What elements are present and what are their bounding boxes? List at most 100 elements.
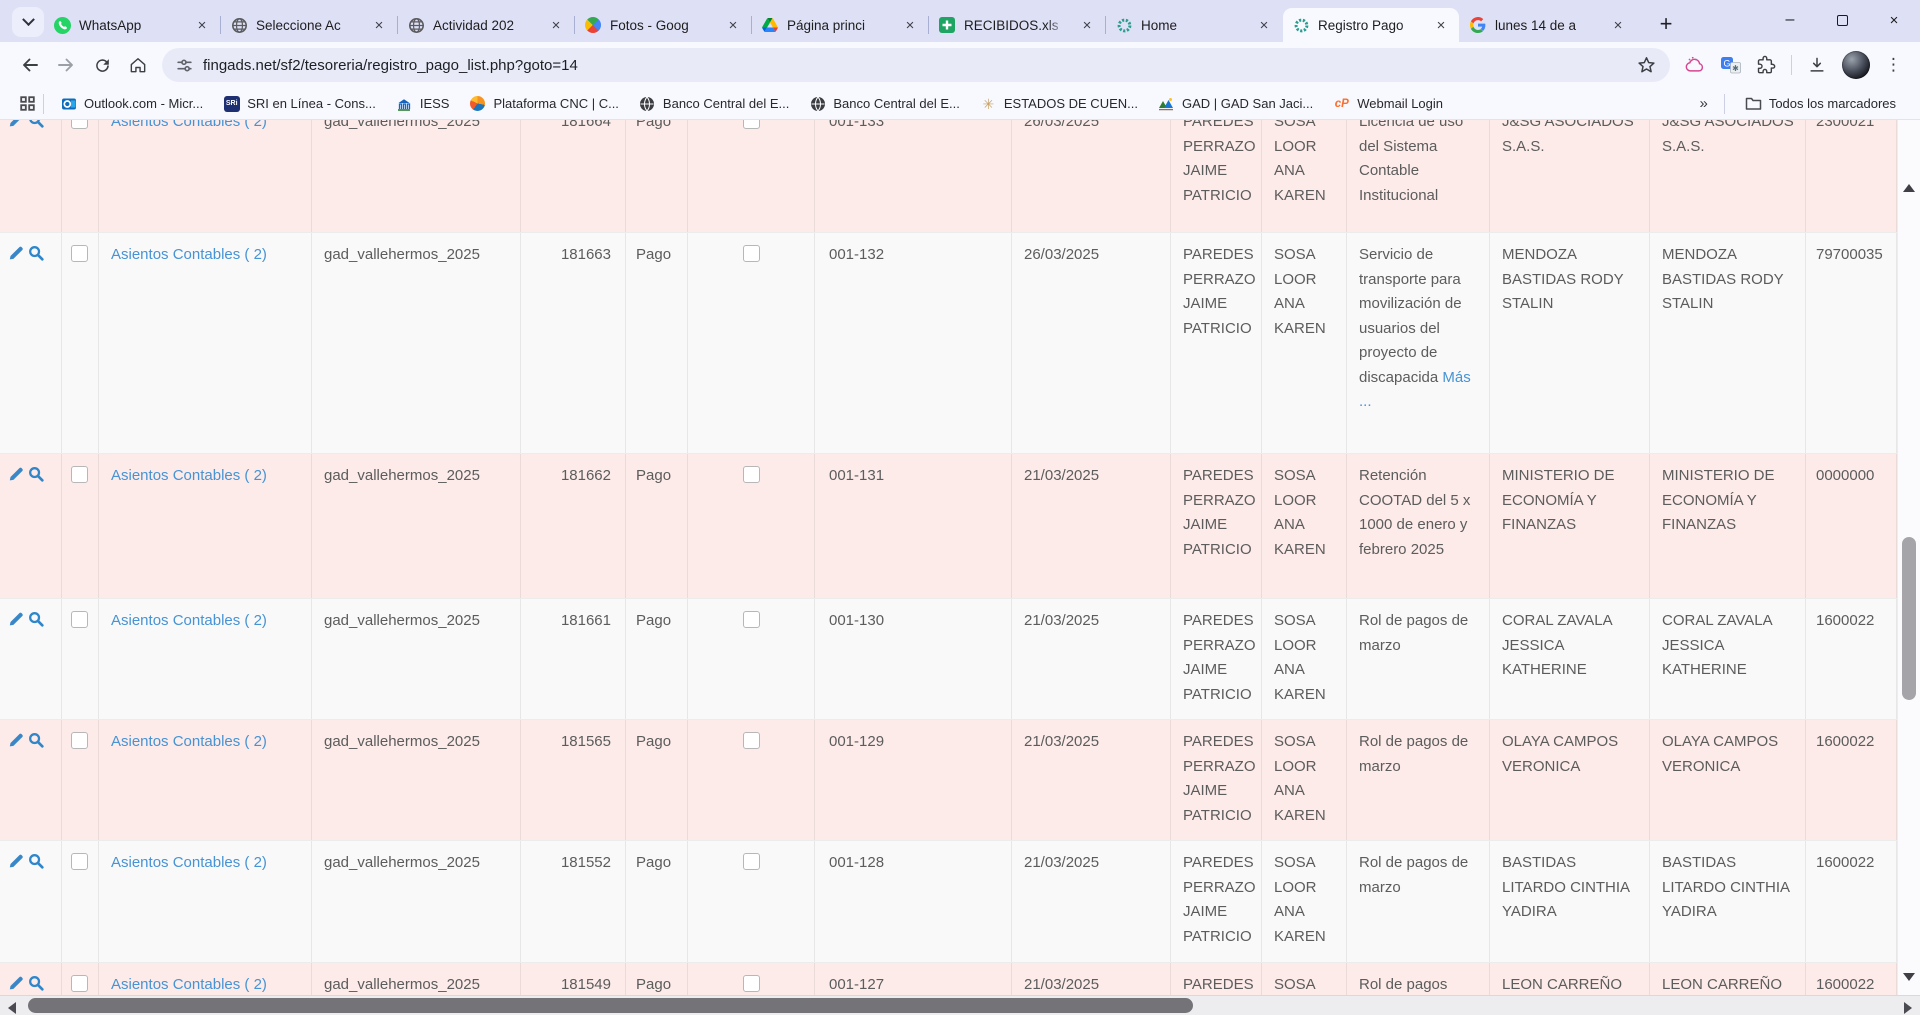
site-info-icon[interactable] — [176, 57, 193, 74]
tab-p-gina-princi[interactable]: Página princi× — [752, 8, 928, 42]
close-tab-icon[interactable]: × — [1255, 16, 1273, 34]
view-magnifier-icon[interactable] — [28, 120, 44, 232]
extensions-puzzle-icon[interactable] — [1756, 55, 1776, 75]
tab-registro-pago[interactable]: Registro Pago× — [1283, 8, 1459, 42]
forward-icon[interactable] — [48, 47, 84, 83]
bookmark-star-icon[interactable] — [1637, 56, 1656, 75]
tab-fotos-goog[interactable]: Fotos - Goog× — [575, 8, 751, 42]
vertical-scrollbar-thumb[interactable] — [1902, 537, 1916, 700]
browser-menu-icon[interactable]: ⋮ — [1885, 55, 1902, 75]
horizontal-scrollbar[interactable] — [0, 995, 1920, 1015]
scroll-left-icon[interactable] — [8, 1002, 16, 1014]
edit-pencil-icon[interactable] — [8, 853, 24, 962]
flag-checkbox[interactable] — [743, 732, 760, 749]
view-magnifier-icon[interactable] — [28, 611, 44, 719]
flag-checkbox[interactable] — [743, 245, 760, 262]
bookmarks-separator — [43, 94, 44, 114]
vertical-scrollbar[interactable] — [1897, 120, 1920, 995]
profile-avatar[interactable] — [1842, 51, 1870, 79]
edit-pencil-icon[interactable] — [8, 120, 24, 232]
minimize-icon[interactable]: – — [1764, 0, 1816, 40]
apps-grid-icon[interactable] — [14, 91, 41, 117]
url-text[interactable]: fingads.net/sf2/tesoreria/registro_pago_… — [203, 57, 1627, 74]
view-magnifier-icon[interactable] — [28, 732, 44, 840]
scroll-up-icon[interactable] — [1903, 184, 1915, 192]
close-tab-icon[interactable]: × — [1609, 16, 1627, 34]
new-tab-button[interactable]: + — [1650, 8, 1682, 40]
row-checkbox[interactable] — [71, 245, 88, 262]
asientos-contables-link[interactable]: Asientos Contables ( 2) — [111, 733, 267, 750]
bookmark-iess[interactable]: IESS — [386, 91, 460, 117]
bookmark-gad-gad-san-jaci-[interactable]: GAD | GAD San Jaci... — [1148, 91, 1323, 117]
concept-text: Rol de pagos — [1359, 976, 1447, 993]
close-tab-icon[interactable]: × — [901, 16, 919, 34]
asientos-contables-link[interactable]: Asientos Contables ( 2) — [111, 976, 267, 993]
row-checkbox[interactable] — [71, 120, 88, 129]
tab-search-button[interactable] — [12, 7, 44, 37]
flag-checkbox[interactable] — [743, 853, 760, 870]
close-tab-icon[interactable]: × — [724, 16, 742, 34]
tab-title: RECIBIDOS.xls — [964, 18, 1070, 33]
edit-pencil-icon[interactable] — [8, 466, 24, 598]
maximize-icon[interactable] — [1816, 0, 1868, 40]
chevron-down-icon — [22, 13, 35, 26]
close-tab-icon[interactable]: × — [1078, 16, 1096, 34]
row-checkbox[interactable] — [71, 853, 88, 870]
back-icon[interactable] — [12, 47, 48, 83]
flag-checkbox[interactable] — [743, 975, 760, 992]
svg-text:✱: ✱ — [1732, 64, 1739, 73]
tab-seleccione-ac[interactable]: Seleccione Ac× — [221, 8, 397, 42]
tab-home[interactable]: Home× — [1106, 8, 1282, 42]
asientos-contables-link[interactable]: Asientos Contables ( 2) — [111, 612, 267, 629]
row-checkbox[interactable] — [71, 975, 88, 992]
edit-pencil-icon[interactable] — [8, 611, 24, 719]
bookmark-banco-central-del-e-[interactable]: Banco Central del E... — [629, 91, 799, 117]
scroll-down-icon[interactable] — [1903, 973, 1915, 981]
flag-checkbox[interactable] — [743, 120, 760, 129]
bookmark-outlook-com-micr-[interactable]: Outlook.com - Micr... — [50, 91, 213, 117]
close-tab-icon[interactable]: × — [193, 16, 211, 34]
bookmark-plataforma-cnc-c-[interactable]: Plataforma CNC | C... — [459, 91, 628, 117]
tab-recibidos-xls[interactable]: RECIBIDOS.xls × — [929, 8, 1105, 42]
row-checkbox[interactable] — [71, 466, 88, 483]
asientos-contables-link[interactable]: Asientos Contables ( 2) — [111, 854, 267, 871]
asientos-contables-link[interactable]: Asientos Contables ( 2) — [111, 467, 267, 484]
sparkle-cloud-extension-icon[interactable] — [1684, 55, 1706, 75]
bookmark-sri-en-l-nea-cons-[interactable]: SRiSRI en Línea - Cons... — [213, 91, 386, 117]
row-checkbox[interactable] — [71, 732, 88, 749]
view-magnifier-icon[interactable] — [28, 853, 44, 962]
edit-pencil-icon[interactable] — [8, 732, 24, 840]
bookmark-webmail-login[interactable]: cPWebmail Login — [1323, 91, 1453, 117]
scroll-right-icon[interactable] — [1904, 1002, 1912, 1014]
edit-pencil-icon[interactable] — [8, 245, 24, 453]
row-checkbox[interactable] — [71, 611, 88, 628]
row-actions — [0, 599, 62, 719]
google-translate-icon[interactable]: G✱ — [1721, 56, 1741, 74]
home-icon[interactable] — [120, 47, 156, 83]
bookmark-banco-central-del-e-[interactable]: Banco Central del E... — [799, 91, 969, 117]
view-magnifier-icon[interactable] — [28, 466, 44, 598]
close-tab-icon[interactable]: × — [1432, 16, 1450, 34]
flag-checkbox[interactable] — [743, 466, 760, 483]
concept-text: Rol de pagos de marzo — [1359, 733, 1468, 775]
asientos-contables-link[interactable]: Asientos Contables ( 2) — [111, 120, 267, 130]
row-actions — [0, 233, 62, 453]
reload-icon[interactable] — [84, 47, 120, 83]
flag-checkbox[interactable] — [743, 611, 760, 628]
tab-whatsapp[interactable]: WhatsApp× — [44, 8, 220, 42]
bookmarks-overflow-chevron[interactable]: » — [1693, 95, 1713, 112]
horizontal-scrollbar-thumb[interactable] — [28, 998, 1193, 1013]
view-magnifier-icon[interactable] — [28, 245, 44, 453]
all-bookmarks-button[interactable]: Todos los marcadores — [1735, 91, 1906, 117]
bookmark-estados-de-cuen-[interactable]: ✳ESTADOS DE CUEN... — [970, 91, 1148, 117]
close-window-icon[interactable]: × — [1868, 0, 1920, 40]
tab-strip: WhatsApp×Seleccione Ac×Actividad 202×Fot… — [0, 0, 1920, 42]
table-row: Asientos Contables ( 2)gad_vallehermos_2… — [0, 720, 1897, 841]
close-tab-icon[interactable]: × — [547, 16, 565, 34]
asientos-contables-link[interactable]: Asientos Contables ( 2) — [111, 246, 267, 263]
address-bar[interactable]: fingads.net/sf2/tesoreria/registro_pago_… — [162, 48, 1670, 82]
downloads-icon[interactable] — [1807, 55, 1827, 75]
close-tab-icon[interactable]: × — [370, 16, 388, 34]
tab-lunes-14-de-a[interactable]: lunes 14 de a× — [1460, 8, 1636, 42]
tab-actividad-202[interactable]: Actividad 202× — [398, 8, 574, 42]
